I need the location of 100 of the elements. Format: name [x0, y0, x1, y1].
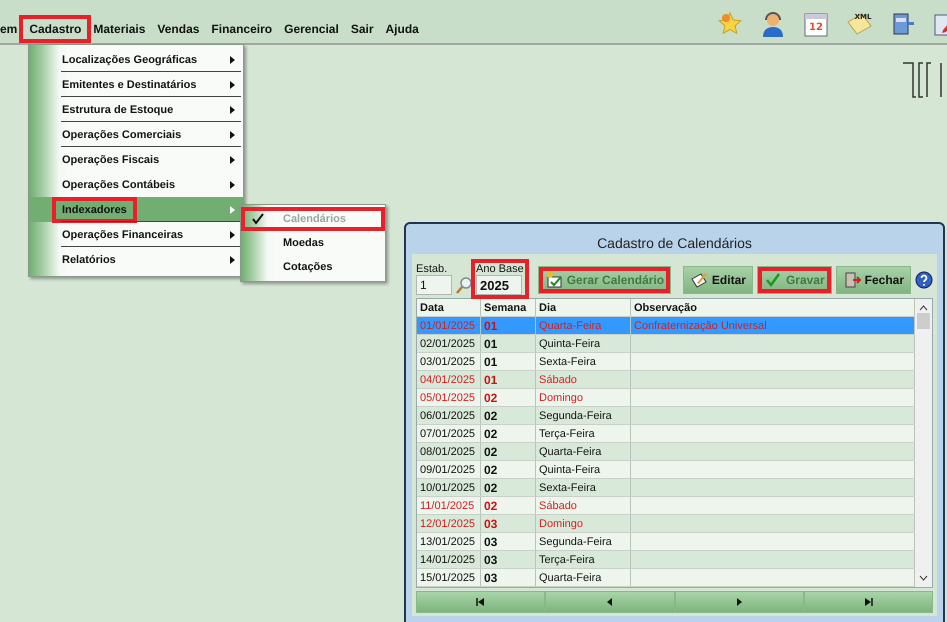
- table-row[interactable]: 07/01/2025 02 Terça-Feira: [417, 425, 915, 443]
- table-cell: Quinta-Feira: [536, 461, 631, 478]
- table-cell: 08/01/2025: [417, 443, 481, 460]
- submenu-arrow-icon: [230, 256, 235, 264]
- table-row[interactable]: 13/01/2025 03 Segunda-Feira: [417, 533, 915, 551]
- table-row[interactable]: 08/01/2025 02 Quarta-Feira: [417, 443, 915, 461]
- submenu-arrow-icon: [230, 130, 235, 138]
- menu-item[interactable]: Operações Contábeis: [29, 172, 243, 197]
- menu-item[interactable]: Relatórios: [29, 247, 243, 272]
- table-row[interactable]: 03/01/2025 01 Sexta-Feira: [417, 353, 915, 371]
- table-cell: 01: [481, 335, 536, 352]
- table-cell: Sexta-Feira: [536, 479, 631, 496]
- scroll-up-icon[interactable]: [919, 305, 928, 311]
- menu-item[interactable]: Localizações Geográficas: [29, 47, 243, 72]
- input-field[interactable]: 1: [416, 275, 452, 295]
- table-cell: 02: [481, 407, 536, 424]
- column-header[interactable]: Dia: [536, 299, 631, 316]
- submenu-arrow-icon: [230, 230, 235, 238]
- table-row[interactable]: 11/01/2025 02 Sábado: [417, 497, 915, 515]
- search-icon[interactable]: [456, 276, 472, 294]
- table-row[interactable]: 10/01/2025 02 Sexta-Feira: [417, 479, 915, 497]
- table-cell: Sexta-Feira: [536, 353, 631, 370]
- table-cell: 10/01/2025: [417, 479, 481, 496]
- table-cell: 02: [481, 479, 536, 496]
- table-cell: 06/01/2025: [417, 407, 481, 424]
- table-cell: 11/01/2025: [417, 497, 481, 514]
- table-cell: 04/01/2025: [417, 371, 481, 388]
- menu-item[interactable]: Operações Financeiras: [29, 222, 243, 247]
- table-cell: 01/01/2025: [417, 317, 481, 334]
- table-cell: Quarta-Feira: [536, 443, 631, 460]
- calendar-check-icon: [544, 271, 563, 289]
- table-cell: Terça-Feira: [536, 425, 631, 442]
- submenu-arrow-icon: [230, 106, 235, 114]
- first-record-icon: [474, 596, 487, 608]
- submenu-arrow-icon: [230, 56, 235, 64]
- table-cell: 02: [481, 497, 536, 514]
- column-header[interactable]: Semana: [481, 299, 536, 316]
- submenu-arrow-icon: [230, 206, 235, 214]
- table-row[interactable]: 05/01/2025 02 Domingo: [417, 389, 915, 407]
- table-cell: 01: [481, 371, 536, 388]
- table-cell: Segunda-Feira: [536, 407, 631, 424]
- table-cell: Segunda-Feira: [536, 533, 631, 550]
- table-cell: 14/01/2025: [417, 551, 481, 568]
- table-cell: Quarta-Feira: [536, 569, 631, 586]
- menu-item[interactable]: Moedas: [241, 231, 385, 255]
- scroll-thumb[interactable]: [917, 313, 930, 329]
- submenu-arrow-icon: [230, 156, 235, 164]
- table-cell: Terça-Feira: [536, 551, 631, 568]
- table-cell: 02: [481, 461, 536, 478]
- window-title: Cadastro de Calendários: [596, 234, 753, 253]
- table-row[interactable]: 15/01/2025 03 Quarta-Feira: [417, 569, 915, 587]
- table-cell: 03: [481, 551, 536, 568]
- toolbar-button[interactable]: Fechar: [836, 266, 911, 294]
- table-cell: Domingo: [536, 389, 631, 406]
- table-cell: Domingo: [536, 515, 631, 532]
- table-row[interactable]: 06/01/2025 02 Segunda-Feira: [417, 407, 915, 425]
- table-row[interactable]: 09/01/2025 02 Quinta-Feira: [417, 461, 915, 479]
- last-record-icon: [862, 596, 874, 608]
- table-cell: 05/01/2025: [417, 389, 481, 406]
- table-cell: Sábado: [536, 497, 631, 514]
- table-cell: 13/01/2025: [417, 533, 481, 550]
- table-cell: 12/01/2025: [417, 515, 481, 532]
- table-cell: 03: [481, 515, 536, 532]
- table-row[interactable]: 14/01/2025 03 Terça-Feira: [417, 551, 915, 569]
- table-cell: 01: [481, 353, 536, 370]
- table-cell: 03/01/2025: [417, 353, 481, 370]
- field-label: Estab.: [416, 263, 448, 275]
- menu-item[interactable]: Operações Comerciais: [29, 122, 243, 147]
- scrollbar[interactable]: [915, 299, 932, 587]
- menu-item[interactable]: Cadastro: [19, 14, 92, 42]
- table-row[interactable]: 04/01/2025 01 Sábado: [417, 371, 915, 389]
- menu-item[interactable]: Indexadores: [29, 197, 243, 222]
- table-cell: 03: [481, 569, 536, 586]
- table-cell: 07/01/2025: [417, 425, 481, 442]
- table-cell: 03: [481, 533, 536, 550]
- toolbar-button[interactable]: Editar: [682, 266, 753, 294]
- table-cell: Sábado: [536, 371, 631, 388]
- menu-item[interactable]: Estrutura de Estoque: [29, 97, 243, 122]
- table-row[interactable]: 12/01/2025 03 Domingo: [417, 515, 915, 533]
- help-icon[interactable]: [915, 271, 933, 289]
- table-cell: 02: [481, 425, 536, 442]
- table-cell: 09/01/2025: [417, 461, 481, 478]
- table-cell: 02/01/2025: [417, 335, 481, 352]
- table-cell: 02: [481, 443, 536, 460]
- field-label: Ano Base: [476, 263, 524, 275]
- menu-item[interactable]: Emitentes e Destinatários: [29, 72, 243, 97]
- table-cell: 01: [481, 317, 536, 334]
- table-cell: Quinta-Feira: [536, 335, 631, 352]
- table-cell: Quarta-Feira: [536, 317, 631, 334]
- menu-item[interactable]: Cotações: [241, 255, 385, 279]
- menu-item[interactable]: Operações Fiscais: [29, 147, 243, 172]
- scroll-down-icon[interactable]: [919, 575, 928, 581]
- table-row[interactable]: 02/01/2025 01 Quinta-Feira: [417, 335, 915, 353]
- input-field[interactable]: 2025: [476, 275, 522, 295]
- column-header[interactable]: Data: [417, 299, 481, 316]
- checkmark-icon: [764, 271, 782, 289]
- annotation-frame: [471, 259, 529, 299]
- door-exit-icon: [842, 271, 861, 289]
- submenu-arrow-icon: [230, 80, 235, 88]
- table-cell: 15/01/2025: [417, 569, 481, 586]
